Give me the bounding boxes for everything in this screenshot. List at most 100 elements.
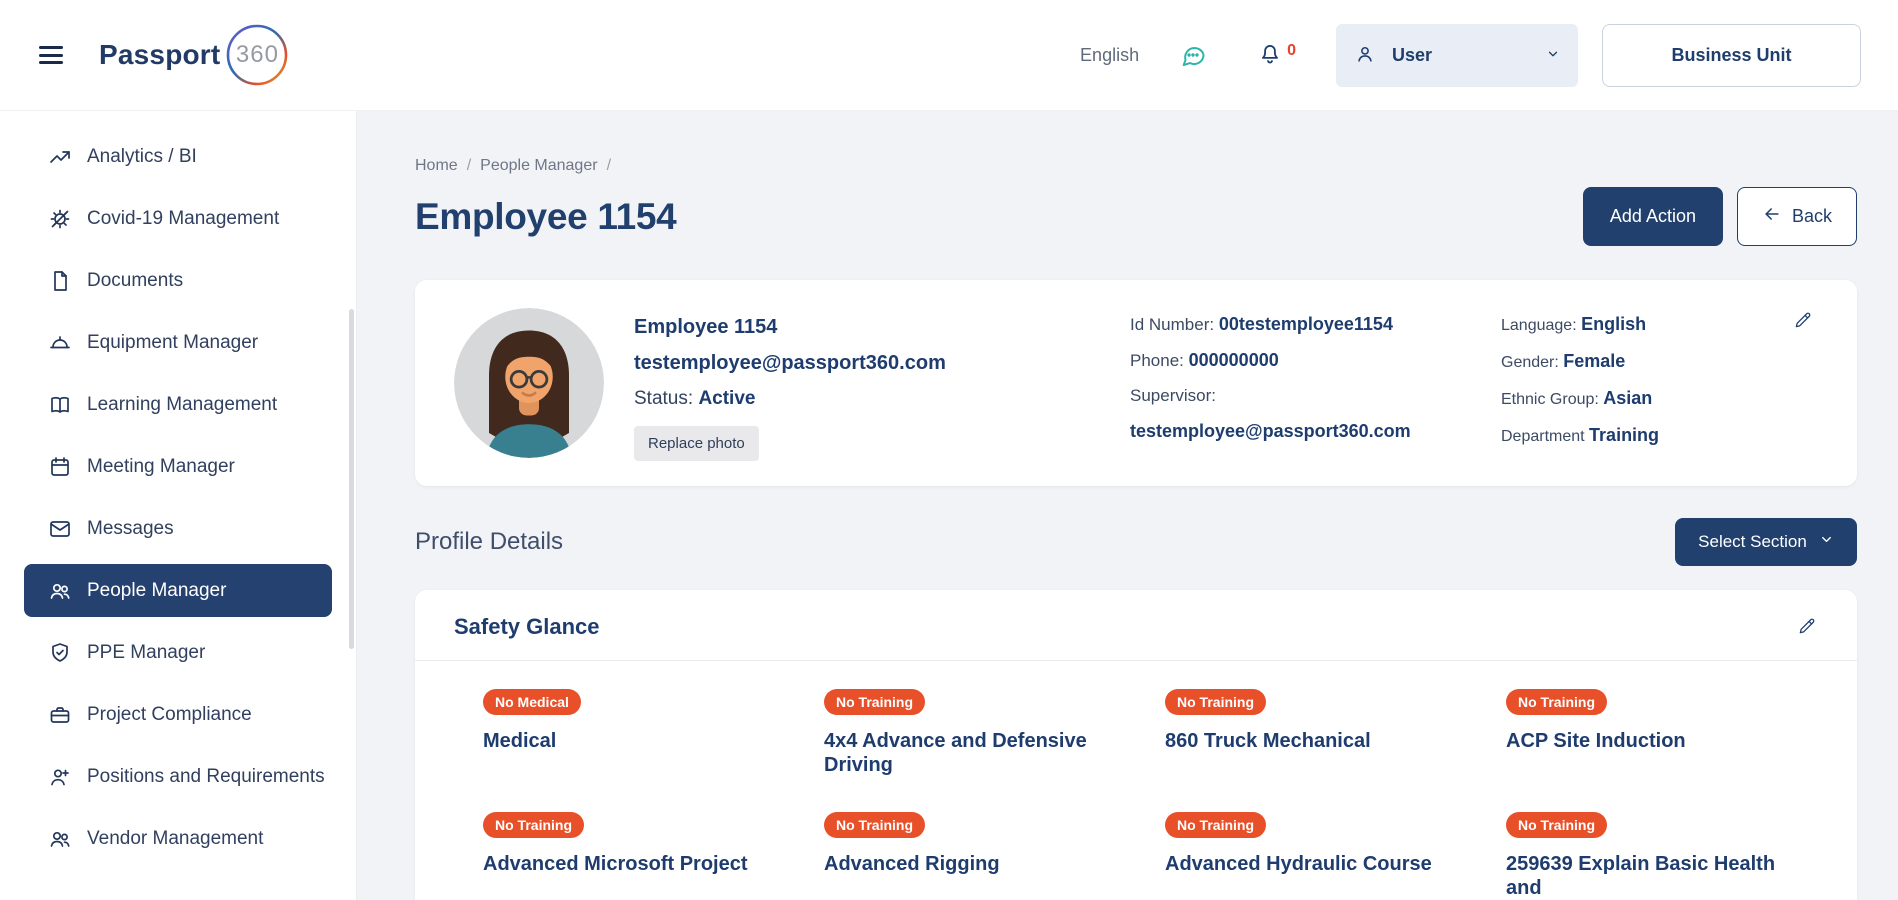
user-icon — [1354, 43, 1376, 68]
id-number-value: 00testemployee1154 — [1219, 314, 1393, 334]
safety-item-name: Advanced Hydraulic Course — [1165, 852, 1466, 876]
person-plus-icon — [48, 765, 72, 789]
chevron-down-icon — [1819, 532, 1834, 552]
safety-item: No Training Advanced Hydraulic Course — [1165, 812, 1506, 900]
status-badge: No Training — [483, 812, 584, 838]
status-badge: No Training — [824, 812, 925, 838]
main-content: Home / People Manager / Employee 1154 Ad… — [357, 111, 1898, 900]
sidebar-item-label: Covid-19 Management — [87, 208, 279, 230]
breadcrumb-separator: / — [467, 157, 471, 175]
sidebar-item-learning-management[interactable]: Learning Management — [24, 378, 332, 431]
employee-status: Status: Active — [634, 388, 946, 410]
sidebar-item-label: Equipment Manager — [87, 332, 258, 354]
language-selector[interactable]: English — [1080, 45, 1139, 66]
sidebar: Analytics / BI Covid-19 Management Docum… — [0, 111, 357, 900]
business-unit-button[interactable]: Business Unit — [1602, 24, 1861, 87]
safety-item-name: 259639 Explain Basic Health and — [1506, 852, 1807, 900]
calendar-icon — [48, 455, 72, 479]
safety-item: No Training 259639 Explain Basic Health … — [1506, 812, 1847, 900]
bell-icon — [1257, 40, 1283, 71]
ethnic-group-value: Asian — [1603, 388, 1652, 408]
add-action-button[interactable]: Add Action — [1583, 187, 1723, 246]
safety-glance-title: Safety Glance — [454, 614, 600, 640]
hamburger-menu-icon[interactable] — [39, 43, 69, 67]
status-badge: No Training — [1165, 812, 1266, 838]
envelope-icon — [48, 517, 72, 541]
sidebar-item-analytics-bi[interactable]: Analytics / BI — [24, 130, 332, 183]
sidebar-item-label: Project Compliance — [87, 704, 252, 726]
sidebar-item-vendor-management[interactable]: Vendor Management — [24, 812, 332, 865]
top-header: Passport 360 English — [0, 0, 1898, 111]
supervisor-value: testemployee@passport360.com — [1130, 421, 1411, 441]
chevron-down-icon — [1546, 47, 1560, 64]
status-badge: No Training — [1506, 812, 1607, 838]
status-badge: No Training — [1506, 689, 1607, 715]
status-badge: No Medical — [483, 689, 581, 715]
sidebar-item-equipment-manager[interactable]: Equipment Manager — [24, 316, 332, 369]
select-section-label: Select Section — [1698, 532, 1807, 552]
employee-email: testemployee@passport360.com — [634, 352, 946, 375]
sidebar-item-covid-19-management[interactable]: Covid-19 Management — [24, 192, 332, 245]
sidebar-item-messages[interactable]: Messages — [24, 502, 332, 555]
select-section-dropdown[interactable]: Select Section — [1675, 518, 1857, 566]
employee-avatar — [454, 308, 604, 458]
phone-value: 000000000 — [1189, 350, 1279, 370]
brand-ring-icon: 360 — [224, 22, 290, 88]
department-label: Department — [1501, 428, 1585, 445]
ethnic-group-label: Ethnic Group: — [1501, 391, 1599, 408]
user-dropdown[interactable]: User — [1336, 24, 1578, 87]
sidebar-item-meeting-manager[interactable]: Meeting Manager — [24, 440, 332, 493]
safety-item: No Training Advanced Rigging — [824, 812, 1165, 900]
notifications[interactable]: 0 — [1257, 40, 1296, 71]
chat-icon[interactable] — [1179, 41, 1207, 69]
edit-safety-glance-pen-icon[interactable] — [1797, 616, 1817, 639]
briefcase-icon — [48, 703, 72, 727]
language-value: English — [1581, 314, 1646, 334]
document-icon — [48, 269, 72, 293]
employee-name: Employee 1154 — [634, 316, 946, 339]
back-button[interactable]: Back — [1737, 187, 1857, 246]
supervisor-label: Supervisor: — [1130, 386, 1216, 405]
sidebar-item-ppe-manager[interactable]: PPE Manager — [24, 626, 332, 679]
sidebar-scrollbar[interactable] — [349, 309, 354, 649]
sidebar-item-label: Documents — [87, 270, 183, 292]
back-button-label: Back — [1792, 206, 1832, 227]
user-dropdown-label: User — [1392, 45, 1432, 66]
profile-details-heading: Profile Details — [415, 528, 563, 556]
safety-item-name: ACP Site Induction — [1506, 729, 1807, 753]
safety-item-name: 4x4 Advance and Defensive Driving — [824, 729, 1125, 778]
shield-check-icon — [48, 641, 72, 665]
replace-photo-button[interactable]: Replace photo — [634, 426, 759, 461]
sidebar-item-documents[interactable]: Documents — [24, 254, 332, 307]
safety-item-name: Medical — [483, 729, 784, 753]
sidebar-item-label: PPE Manager — [87, 642, 205, 664]
people-group-icon — [48, 827, 72, 851]
breadcrumb-people-manager[interactable]: People Manager — [480, 157, 597, 175]
phone-label: Phone: — [1130, 351, 1184, 370]
gender-label: Gender: — [1501, 354, 1559, 371]
id-number-label: Id Number: — [1130, 315, 1214, 334]
status-label: Status: — [634, 388, 693, 409]
sidebar-item-label: People Manager — [87, 580, 226, 602]
language-label: Language: — [1501, 317, 1577, 334]
brand-name: Passport — [99, 39, 220, 71]
sidebar-item-label: Analytics / BI — [87, 146, 197, 168]
safety-glance-card: Safety Glance No Medical Medical No Trai… — [415, 590, 1857, 900]
sidebar-item-positions-and-requirements[interactable]: Positions and Requirements — [24, 750, 332, 803]
edit-employee-pen-icon[interactable] — [1793, 310, 1813, 333]
sidebar-item-project-compliance[interactable]: Project Compliance — [24, 688, 332, 741]
back-arrow-icon — [1762, 204, 1782, 229]
safety-item: No Medical Medical — [483, 689, 824, 778]
page-title: Employee 1154 — [415, 196, 676, 238]
gender-value: Female — [1563, 351, 1625, 371]
sidebar-item-people-manager[interactable]: People Manager — [24, 564, 332, 617]
breadcrumb-separator: / — [607, 157, 611, 175]
book-icon — [48, 393, 72, 417]
breadcrumb-home[interactable]: Home — [415, 157, 458, 175]
breadcrumb: Home / People Manager / — [415, 157, 1857, 175]
department-value: Training — [1589, 425, 1659, 445]
brand-logo: Passport 360 — [99, 22, 290, 88]
safety-item-name: 860 Truck Mechanical — [1165, 729, 1466, 753]
safety-item: No Training Advanced Microsoft Project — [483, 812, 824, 900]
sidebar-item-label: Messages — [87, 518, 174, 540]
